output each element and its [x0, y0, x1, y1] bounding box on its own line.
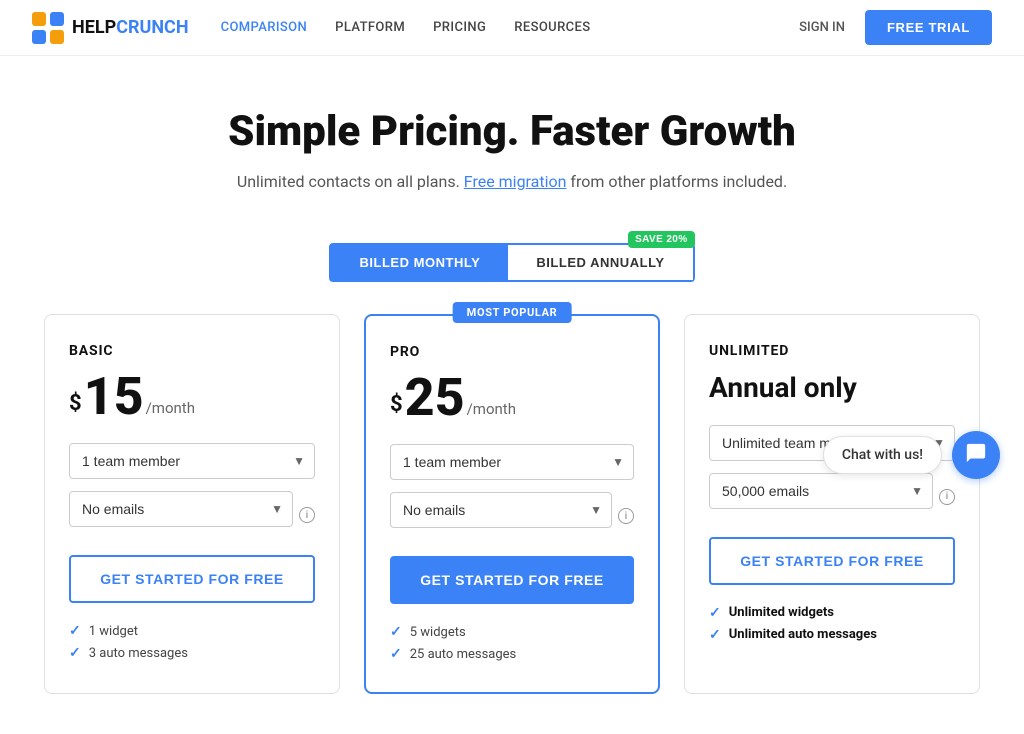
unlimited-features: ✓Unlimited widgets ✓Unlimited auto messa…: [709, 605, 955, 643]
check-icon: ✓: [390, 624, 402, 640]
basic-feature-1: ✓1 widget: [69, 623, 315, 639]
unlimited-feature-2: ✓Unlimited auto messages: [709, 627, 955, 643]
pro-plan-title: PRO: [390, 344, 634, 360]
pro-team-select[interactable]: 1 team member 2 team members 3 team memb…: [390, 444, 634, 480]
basic-email-select-wrapper: No emails 1,000 emails 5,000 emails 10,0…: [69, 491, 293, 527]
basic-cta-button[interactable]: GET STARTED FOR FREE: [69, 555, 315, 603]
nav-link-comparison[interactable]: COMPARISON: [221, 20, 308, 35]
nav-links: COMPARISON PLATFORM PRICING RESOURCES: [221, 20, 591, 35]
billing-toggle: BILLED MONTHLY BILLED ANNUALLY SAVE 20%: [0, 243, 1024, 282]
logo-icon: [32, 12, 64, 44]
chat-widget: Chat with us!: [823, 431, 1000, 479]
billing-annually-button[interactable]: BILLED ANNUALLY SAVE 20%: [508, 245, 692, 280]
nav-link-resources[interactable]: RESOURCES: [514, 20, 590, 35]
pricing-section: BASIC $ 15 /month 1 team member 2 team m…: [12, 314, 1012, 734]
unlimited-email-info-icon[interactable]: i: [939, 489, 955, 505]
unlimited-cta-button[interactable]: GET STARTED FOR FREE: [709, 537, 955, 585]
save-badge: SAVE 20%: [628, 231, 694, 248]
pricing-cards: BASIC $ 15 /month 1 team member 2 team m…: [44, 314, 980, 694]
pro-cta-button[interactable]: GET STARTED FOR FREE: [390, 556, 634, 604]
basic-features: ✓1 widget ✓3 auto messages: [69, 623, 315, 661]
basic-price-dollar: $: [69, 393, 82, 415]
check-icon: ✓: [69, 645, 81, 661]
free-trial-button[interactable]: FREE TRIAL: [865, 10, 992, 45]
most-popular-badge: MOST POPULAR: [453, 302, 572, 323]
sign-in-link[interactable]: SIGN IN: [799, 20, 845, 35]
pro-email-select[interactable]: No emails 1,000 emails 5,000 emails 10,0…: [390, 492, 612, 528]
pro-features: ✓5 widgets ✓25 auto messages: [390, 624, 634, 662]
check-icon: ✓: [709, 627, 721, 643]
basic-price-period: /month: [146, 399, 195, 417]
logo-text: HELPCRUNCH: [72, 17, 189, 38]
free-migration-link[interactable]: Free migration: [464, 172, 567, 191]
pro-feature-2: ✓25 auto messages: [390, 646, 634, 662]
basic-price-amount: 15: [84, 371, 144, 423]
check-icon: ✓: [390, 646, 402, 662]
pro-feature-1: ✓5 widgets: [390, 624, 634, 640]
basic-email-info-icon[interactable]: i: [299, 507, 315, 523]
billing-monthly-button[interactable]: BILLED MONTHLY: [331, 245, 508, 280]
basic-email-select[interactable]: No emails 1,000 emails 5,000 emails 10,0…: [69, 491, 293, 527]
check-icon: ✓: [69, 623, 81, 639]
nav-link-pricing[interactable]: PRICING: [433, 20, 486, 35]
pro-email-select-wrapper: No emails 1,000 emails 5,000 emails 10,0…: [390, 492, 612, 528]
nav-link-platform[interactable]: PLATFORM: [335, 20, 405, 35]
logo[interactable]: HELPCRUNCH: [32, 12, 189, 44]
hero-subtitle: Unlimited contacts on all plans. Free mi…: [20, 172, 1004, 191]
page-title: Simple Pricing. Faster Growth: [20, 108, 1004, 156]
pro-price-dollar: $: [390, 394, 403, 416]
basic-plan-card: BASIC $ 15 /month 1 team member 2 team m…: [44, 314, 340, 694]
pro-price-amount: 25: [405, 372, 465, 424]
check-icon: ✓: [709, 605, 721, 621]
pro-team-select-wrapper: 1 team member 2 team members 3 team memb…: [390, 444, 634, 480]
unlimited-annual-label: Annual only: [709, 371, 955, 405]
chat-label: Chat with us!: [823, 436, 942, 474]
pro-email-row: No emails 1,000 emails 5,000 emails 10,0…: [390, 492, 634, 540]
pro-email-info-icon[interactable]: i: [618, 508, 634, 524]
pro-price: $ 25 /month: [390, 372, 634, 424]
chat-icon: [965, 442, 987, 469]
basic-team-select-wrapper: 1 team member 2 team members 3 team memb…: [69, 443, 315, 479]
pro-price-period: /month: [467, 400, 516, 418]
nav-right: SIGN IN FREE TRIAL: [799, 10, 992, 45]
unlimited-email-row: 50,000 emails 100,000 emails ▼ i: [709, 473, 955, 521]
unlimited-plan-card: UNLIMITED Annual only Unlimited team mem…: [684, 314, 980, 694]
basic-price: $ 15 /month: [69, 371, 315, 423]
hero-section: Simple Pricing. Faster Growth Unlimited …: [0, 56, 1024, 215]
basic-feature-2: ✓3 auto messages: [69, 645, 315, 661]
navbar: HELPCRUNCH COMPARISON PLATFORM PRICING R…: [0, 0, 1024, 56]
basic-team-select[interactable]: 1 team member 2 team members 3 team memb…: [69, 443, 315, 479]
pro-plan-card: MOST POPULAR PRO $ 25 /month 1 team memb…: [364, 314, 660, 694]
chat-button[interactable]: [952, 431, 1000, 479]
unlimited-plan-title: UNLIMITED: [709, 343, 955, 359]
unlimited-feature-1: ✓Unlimited widgets: [709, 605, 955, 621]
basic-plan-title: BASIC: [69, 343, 315, 359]
basic-email-row: No emails 1,000 emails 5,000 emails 10,0…: [69, 491, 315, 539]
